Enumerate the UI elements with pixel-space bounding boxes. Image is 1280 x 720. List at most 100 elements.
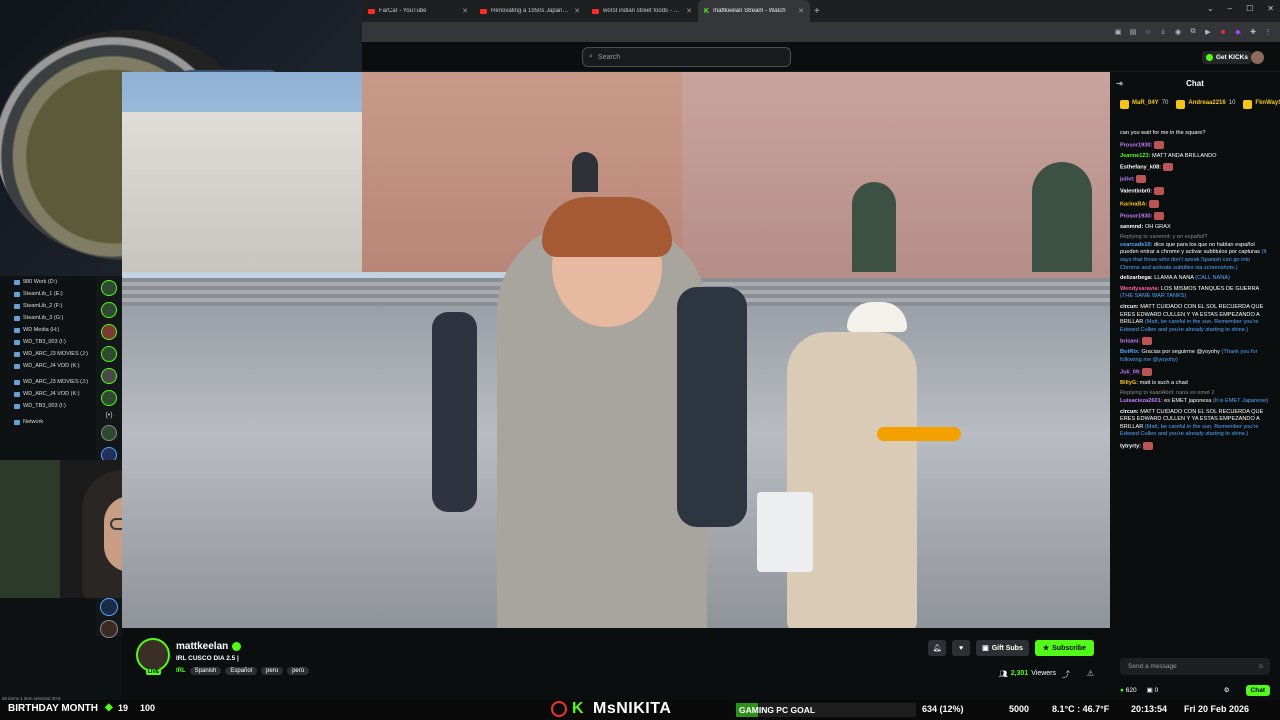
chat-username[interactable]: tytryrty:	[1120, 443, 1141, 449]
channel-avatar[interactable]	[136, 638, 170, 672]
user-avatar[interactable]	[1251, 51, 1264, 64]
video-player[interactable]	[122, 72, 1110, 628]
close-tab-icon[interactable]: ✕	[574, 7, 580, 15]
extension-icon[interactable]: ◆	[1234, 28, 1242, 36]
chat-username[interactable]: circun:	[1120, 304, 1139, 310]
share-icon[interactable]: ⤴	[1062, 669, 1070, 680]
channel-name[interactable]: mattkeelan	[176, 641, 228, 652]
star-icon: ★	[1042, 645, 1050, 652]
dropdown-icon[interactable]: ⌄	[1207, 4, 1214, 13]
category-link[interactable]: IRL	[176, 667, 186, 675]
drive-icon	[14, 391, 20, 397]
extension-icon[interactable]: ▤	[1129, 28, 1137, 36]
recommended-channel-avatar[interactable]	[100, 620, 118, 638]
followed-channel-avatar[interactable]	[101, 390, 117, 406]
chat-username[interactable]: brisani:	[1120, 339, 1140, 345]
search-input[interactable]: ⌕ Search	[582, 47, 791, 67]
subscribe-button[interactable]: ★ Subscribe	[1034, 640, 1094, 656]
drive-label: WD_ARC_J4 VOD (K:)	[23, 391, 80, 397]
followed-channel-avatar[interactable]	[101, 368, 117, 384]
close-tab-icon[interactable]: ✕	[462, 7, 468, 15]
tag-pill[interactable]: Español	[225, 667, 258, 675]
gift-subs-button[interactable]: ▣ Gift Subs	[976, 640, 1029, 656]
browser-tab[interactable]: worst indian street foods - YouT ✕	[586, 0, 698, 22]
drive-label: Network	[23, 419, 44, 425]
chat-message-input[interactable]: Send a message ☺	[1120, 658, 1270, 675]
minimize-icon[interactable]: –	[1228, 4, 1232, 13]
browser-tab[interactable]: Kmattkeelan Stream - Watch ✕	[698, 0, 810, 22]
chat-username[interactable]: Juli_09:	[1120, 369, 1141, 375]
recommended-channel-avatar[interactable]	[101, 425, 117, 441]
viewers-icon: 👥︎	[998, 671, 1008, 678]
recommended-channel-avatar[interactable]	[100, 598, 118, 616]
new-tab-button[interactable]: +	[814, 6, 820, 17]
kicks-balance[interactable]: ● 620	[1120, 687, 1137, 694]
extension-icon[interactable]: ◉	[1174, 28, 1182, 36]
chat-username[interactable]: BotRix:	[1120, 349, 1140, 355]
chat-header: ⇥ Chat	[1110, 72, 1280, 94]
gift-balance[interactable]: ▣ 0	[1147, 686, 1159, 694]
followed-channel-avatar[interactable]	[101, 324, 117, 340]
menu-dots-icon[interactable]: ⋮	[1264, 28, 1272, 36]
extension-icon[interactable]: ■	[1219, 29, 1227, 36]
browser-tab[interactable]: Renovating a 1950s Japanese H ✕	[474, 0, 586, 22]
chat-username[interactable]: Wendysaravia:	[1120, 286, 1159, 292]
chat-username[interactable]: cearcade10:	[1120, 242, 1152, 248]
chat-username[interactable]: Prosor1930:	[1120, 213, 1152, 219]
chat-text: matt is such a chad	[1139, 379, 1188, 386]
collapse-chat-icon[interactable]: ⇥	[1116, 79, 1123, 88]
extension-icon[interactable]: ▶	[1204, 28, 1212, 36]
close-tab-icon[interactable]: ✕	[798, 7, 804, 15]
chat-message: Juli_09:	[1120, 367, 1270, 377]
chat-username[interactable]: Valentinbr0:	[1120, 189, 1152, 195]
chat-username[interactable]: KarinaBA:	[1120, 201, 1147, 207]
maximize-icon[interactable]: ☐	[1246, 4, 1253, 13]
viewers-number: 2,301	[1010, 670, 1029, 677]
chat-settings-icon[interactable]: ⚙	[1224, 686, 1230, 694]
tag-pill[interactable]: perú	[287, 667, 310, 675]
chat-username[interactable]: Luisacieza2601:	[1120, 398, 1163, 404]
leaderboard-entry[interactable]: MaR_04Y 70	[1120, 100, 1168, 120]
chat-username[interactable]: julivt:	[1120, 177, 1135, 183]
leaderboard-entry[interactable]: Andreaa2216 10	[1176, 100, 1235, 120]
emote-icon	[1148, 199, 1159, 208]
extension-icon[interactable]: ⧉	[1189, 28, 1197, 36]
get-kicks-button[interactable]: Get KICKs	[1201, 51, 1252, 64]
download-icon[interactable]: ⤓	[1159, 28, 1167, 36]
extension-icon[interactable]: ▣	[1114, 28, 1122, 36]
extensions-puzzle-icon[interactable]: ✚	[1249, 28, 1257, 36]
followed-channel-avatar[interactable]	[101, 346, 117, 362]
send-chat-button[interactable]: Chat	[1245, 684, 1270, 696]
notification-bell-icon[interactable]: 🔔︎	[928, 640, 947, 656]
birthday-label: BIRTHDAY MONTH	[8, 703, 99, 714]
drive-icon	[14, 339, 20, 345]
report-icon[interactable]: ⚠	[1087, 669, 1094, 678]
live-broadcast-icon[interactable]: (•)	[96, 412, 122, 419]
emote-icon	[1153, 187, 1164, 196]
followed-channel-avatar[interactable]	[101, 280, 117, 296]
close-icon[interactable]: ✕	[1267, 4, 1274, 13]
chat-username[interactable]: BillyG:	[1120, 380, 1138, 386]
follow-heart-icon[interactable]: ♥	[952, 640, 971, 656]
chat-username[interactable]: Prosor1930:	[1120, 142, 1152, 148]
chat-text: Gracias por seguirme @yoyohy	[1141, 349, 1220, 356]
followed-channel-avatar[interactable]	[101, 302, 117, 318]
emote-picker-icon[interactable]: ☺	[1257, 663, 1264, 670]
tag-pill[interactable]: Spanish	[189, 667, 222, 675]
goal-label: GAMING PC GOAL	[739, 705, 816, 715]
close-tab-icon[interactable]: ✕	[686, 7, 692, 15]
gift-subs-label: Gift Subs	[991, 644, 1023, 652]
chat-username[interactable]: delizarbega:	[1120, 275, 1153, 281]
chat-username[interactable]: Jeanne123:	[1120, 153, 1150, 159]
green-screen	[0, 460, 60, 598]
chat-username[interactable]: Esthefany_k08:	[1120, 165, 1161, 171]
browser-tab[interactable]: FarCar - YouTube ✕	[362, 0, 474, 22]
viewer-count: 👥︎ 2,301 Viewers	[999, 670, 1056, 678]
chat-message: Prosor1930:	[1120, 140, 1270, 150]
chat-username[interactable]: sanmnd:	[1120, 224, 1143, 230]
tag-pill[interactable]: peru	[261, 667, 284, 675]
window	[572, 152, 598, 192]
leaderboard-entry[interactable]: FknWayShe0...5	[1243, 100, 1280, 120]
bookmark-icon[interactable]: ☆	[1144, 28, 1152, 36]
chat-username[interactable]: circun:	[1120, 409, 1139, 415]
